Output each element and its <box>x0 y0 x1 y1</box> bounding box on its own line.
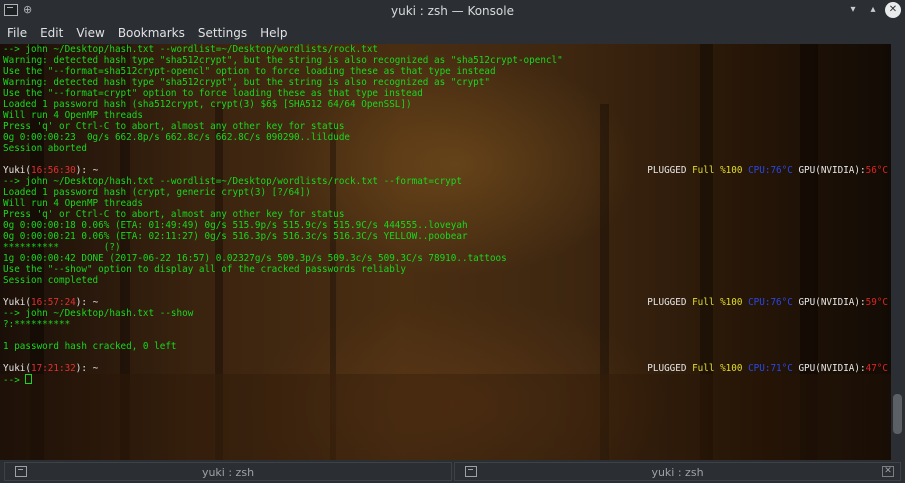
prompt-clock: 16:56:30 <box>31 165 76 176</box>
close-icon[interactable]: ✕ <box>885 2 901 18</box>
prompt-line: Yuki(17:21:32): ~ PLUGGED Full %100 CPU:7… <box>3 363 888 374</box>
tab-2-label: yuki : zsh <box>651 466 704 479</box>
title-bar: ⊕ yuki : zsh — Konsole ▾ ▴ ✕ <box>0 0 905 22</box>
output-line: --> john ~/Desktop/hash.txt --wordlist=~… <box>3 44 379 55</box>
output-line: 1 password hash cracked, 0 left <box>3 341 177 352</box>
battery-status: Full %100 <box>692 363 749 374</box>
tab-2[interactable]: yuki : zsh ✕ <box>454 462 901 481</box>
plugged-status: PLUGGED <box>647 363 693 374</box>
menu-bookmarks[interactable]: Bookmarks <box>111 22 191 44</box>
gpu-label: GPU(NVIDIA): <box>798 165 866 176</box>
terminal-view[interactable]: --> john ~/Desktop/hash.txt --wordlist=~… <box>0 44 891 460</box>
prompt-clock: 16:57:24 <box>31 297 76 308</box>
system-status: PLUGGED Full %100 CPU:71°C GPU(NVIDIA):4… <box>647 363 888 374</box>
input-prompt: --> <box>3 375 26 386</box>
prompt-host: Yuki( <box>3 297 31 308</box>
prompt-host: Yuki( <box>3 165 31 176</box>
window-title: yuki : zsh — Konsole <box>391 4 514 18</box>
menu-settings[interactable]: Settings <box>191 22 253 44</box>
input-line: --> <box>3 374 888 386</box>
close-tab-icon[interactable]: ✕ <box>882 466 894 477</box>
cpu-temp: CPU:76°C <box>748 297 799 308</box>
gpu-temp: 47°C <box>865 363 888 374</box>
scrollbar-thumb[interactable] <box>893 394 902 434</box>
output-line: Press 'q' or Ctrl-C to abort, almost any… <box>3 209 345 220</box>
tab-1[interactable]: yuki : zsh <box>4 462 452 481</box>
maximize-icon[interactable]: ▴ <box>865 2 881 18</box>
prompt-line: Yuki(16:57:24): ~ PLUGGED Full %100 CPU:7… <box>3 297 888 308</box>
output-line: 0g 0:00:00:18 0.06% (ETA: 01:49:49) 0g/s… <box>3 220 468 231</box>
menu-file[interactable]: File <box>0 22 33 44</box>
minimize-icon[interactable]: ▾ <box>845 2 861 18</box>
prompt-host: Yuki( <box>3 363 31 374</box>
output-line: ?:********** <box>3 319 71 330</box>
prompt-clock: 17:21:32 <box>31 363 76 374</box>
tab-1-label: yuki : zsh <box>201 466 255 479</box>
output-line: Warning: detected hash type "sha512crypt… <box>3 77 490 88</box>
output-line: 1g 0:00:00:42 DONE (2017-06-22 16:57) 0.… <box>3 253 507 264</box>
output-line: 0g 0:00:00:23 0g/s 662.8p/s 662.8c/s 662… <box>3 132 351 143</box>
output-line: Loaded 1 password hash (sha512crypt, cry… <box>3 99 412 110</box>
terminal-output: --> john ~/Desktop/hash.txt --wordlist=~… <box>3 44 888 386</box>
battery-status: Full %100 <box>692 165 749 176</box>
output-line: Warning: detected hash type "sha512crypt… <box>3 55 563 66</box>
cursor[interactable] <box>25 374 33 384</box>
output-line: --> john ~/Desktop/hash.txt --show <box>3 308 194 319</box>
output-line: 0g 0:00:00:21 0.06% (ETA: 02:11:27) 0g/s… <box>3 231 468 242</box>
gpu-label: GPU(NVIDIA): <box>798 297 866 308</box>
menu-view[interactable]: View <box>69 22 110 44</box>
output-line: Will run 4 OpenMP threads <box>3 198 143 209</box>
output-line: --> john ~/Desktop/hash.txt --wordlist=~… <box>3 176 462 187</box>
gpu-temp: 59°C <box>865 297 888 308</box>
system-status: PLUGGED Full %100 CPU:76°C GPU(NVIDIA):5… <box>647 297 888 308</box>
plugged-status: PLUGGED <box>647 297 693 308</box>
prompt-path: ): ~ <box>75 297 99 308</box>
output-line: Use the "--format=sha512crypt-opencl" op… <box>3 66 496 77</box>
battery-status: Full %100 <box>692 297 749 308</box>
output-line: Press 'q' or Ctrl-C to abort, almost any… <box>3 121 345 132</box>
prompt-path: ): ~ <box>75 165 99 176</box>
gpu-temp: 56°C <box>865 165 888 176</box>
output-line: Session aborted <box>3 143 87 154</box>
gpu-label: GPU(NVIDIA): <box>798 363 866 374</box>
tab-bar: yuki : zsh yuki : zsh ✕ <box>0 460 905 483</box>
menu-edit[interactable]: Edit <box>33 22 69 44</box>
output-line: Use the "--format=crypt" option to force… <box>3 88 423 99</box>
system-status: PLUGGED Full %100 CPU:76°C GPU(NVIDIA):5… <box>647 165 888 176</box>
prompt-line: Yuki(16:56:30): ~ PLUGGED Full %100 CPU:7… <box>3 165 888 176</box>
output-line: Session completed <box>3 275 99 286</box>
output-line: Loaded 1 password hash (crypt, generic c… <box>3 187 311 198</box>
cpu-temp: CPU:71°C <box>748 363 799 374</box>
cpu-temp: CPU:76°C <box>748 165 799 176</box>
output-line: Use the "--show" option to display all o… <box>3 264 406 275</box>
prompt-path: ): ~ <box>75 363 99 374</box>
menu-help[interactable]: Help <box>253 22 293 44</box>
output-line: Will run 4 OpenMP threads <box>3 110 143 121</box>
menu-bar: File Edit View Bookmarks Settings Help <box>0 22 905 45</box>
output-line: ********** (?) <box>3 242 121 253</box>
plugged-status: PLUGGED <box>647 165 693 176</box>
